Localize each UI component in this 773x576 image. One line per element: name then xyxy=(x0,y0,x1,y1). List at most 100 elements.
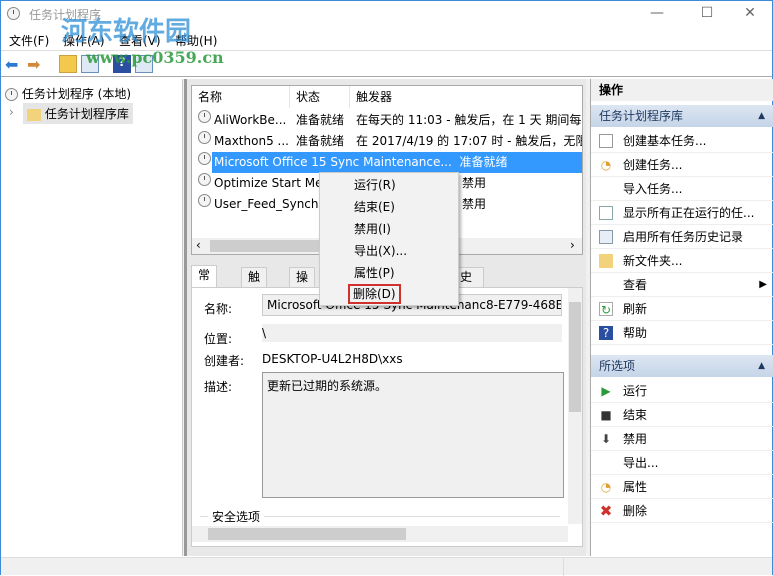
action-label: 导出... xyxy=(623,456,659,470)
action-delete[interactable]: ✖ 删除 xyxy=(591,499,773,523)
disable-arrow-icon: ⬇ xyxy=(600,432,612,446)
scroll-thumb[interactable] xyxy=(569,302,581,412)
action-create-basic-task[interactable]: 创建基本任务... xyxy=(591,129,773,153)
actions-title: 操作 xyxy=(591,79,773,101)
column-name[interactable]: 名称 xyxy=(192,86,290,108)
task-clock-icon xyxy=(198,152,211,165)
action-label: 导入任务... xyxy=(623,182,683,196)
tab-actions[interactable]: 操作 xyxy=(289,267,316,302)
run-icon: ▶ xyxy=(601,384,611,398)
task-status: 准备就绪 xyxy=(459,155,508,169)
action-label: 刷新 xyxy=(623,302,648,316)
task-name: User_Feed_Synchro xyxy=(214,197,331,211)
section-label: 任务计划程序库 xyxy=(599,109,684,123)
action-label: 启用所有任务历史记录 xyxy=(623,230,744,244)
close-button[interactable]: ✕ xyxy=(727,1,773,27)
context-properties[interactable]: 属性(P) xyxy=(354,263,395,283)
actions-pane: 操作 任务计划程序库 ▲ 创建基本任务... ◔ 创建任务... 导入任务... 显… xyxy=(590,79,773,556)
tree-root[interactable]: 任务计划程序 (本地) xyxy=(5,85,131,102)
context-end[interactable]: 结束(E) xyxy=(354,197,395,217)
action-help[interactable]: ? 帮助 xyxy=(591,321,773,345)
clock-icon xyxy=(5,88,18,101)
minimize-button[interactable]: — xyxy=(634,1,680,27)
description-field[interactable]: 更新已过期的系统源。 xyxy=(262,372,564,498)
task-trigger: 在 2017/4/19 的 17:07 时 - 触发后，无限 xyxy=(356,134,583,148)
history-icon xyxy=(599,230,613,244)
action-end[interactable]: ■ 结束 xyxy=(591,403,773,427)
folder-clock-icon xyxy=(27,108,41,121)
description-label: 描述: xyxy=(204,380,233,394)
watermark-logo: 河东软件园 xyxy=(61,17,192,47)
action-view[interactable]: 查看 ▶ xyxy=(591,273,773,297)
collapse-icon[interactable]: ▲ xyxy=(758,105,765,127)
action-refresh[interactable]: ↻ 刷新 xyxy=(591,297,773,321)
column-status[interactable]: 状态 xyxy=(290,86,350,108)
detail-horizontal-scrollbar[interactable] xyxy=(192,526,568,542)
tab-general[interactable]: 常规 xyxy=(191,265,218,300)
tree-root-label: 任务计划程序 (本地) xyxy=(21,87,132,101)
menu-file[interactable]: 文件(F) xyxy=(9,32,49,49)
task-status: 禁用 xyxy=(462,176,487,190)
scroll-left-icon[interactable]: ‹ xyxy=(196,238,201,252)
task-name: Maxthon5 ... xyxy=(214,134,289,148)
task-clock-icon xyxy=(198,131,211,144)
context-disable[interactable]: 禁用(I) xyxy=(354,219,391,239)
action-disable[interactable]: ⬇ 禁用 xyxy=(591,427,773,451)
action-new-folder[interactable]: 新文件夹... xyxy=(591,249,773,273)
location-field: \ xyxy=(262,324,562,342)
maximize-button[interactable]: ☐ xyxy=(684,1,730,27)
action-label: 结束 xyxy=(623,408,648,422)
back-icon[interactable]: ⬅ xyxy=(5,55,23,74)
action-label: 创建基本任务... xyxy=(623,134,707,148)
task-name: AliWorkBe... xyxy=(214,113,287,127)
task-status: 准备就绪 xyxy=(296,134,345,148)
column-trigger[interactable]: 触发器 xyxy=(350,86,582,108)
action-show-running[interactable]: 显示所有正在运行的任... xyxy=(591,201,773,225)
action-export[interactable]: 导出... xyxy=(591,451,773,475)
task-row[interactable]: AliWorkBe... 准备就绪 在每天的 11:03 - 触发后，在 1 天 期… xyxy=(192,110,582,131)
action-label: 删除 xyxy=(623,504,648,518)
task-name: Microsoft Office 15 Sync Maintenance... xyxy=(214,155,452,169)
collapse-icon[interactable]: ▲ xyxy=(758,355,765,377)
author-value: DESKTOP-U4L2H8D\xxs xyxy=(262,352,403,366)
section-selected[interactable]: 所选项 ▲ xyxy=(591,355,773,377)
task-clock-icon xyxy=(198,194,211,207)
task-status: 禁用 xyxy=(462,197,487,211)
properties-icon: ◔ xyxy=(600,480,612,494)
action-label: 帮助 xyxy=(623,326,648,340)
section-label: 所选项 xyxy=(599,359,636,373)
action-create-task[interactable]: ◔ 创建任务... xyxy=(591,153,773,177)
action-import-task[interactable]: 导入任务... xyxy=(591,177,773,201)
context-run[interactable]: 运行(R) xyxy=(354,175,396,195)
status-bar xyxy=(1,557,772,576)
scroll-right-icon[interactable]: › xyxy=(570,238,575,252)
tree-item-library[interactable]: 任务计划程序库 xyxy=(23,103,133,124)
action-enable-history[interactable]: 启用所有任务历史记录 xyxy=(591,225,773,249)
tab-triggers[interactable]: 触发器 xyxy=(241,267,268,320)
action-properties[interactable]: ◔ 属性 xyxy=(591,475,773,499)
section-library[interactable]: 任务计划程序库 ▲ xyxy=(591,105,773,127)
center-pane: 名称 状态 触发器 AliWorkBe... 准备就绪 在每天的 11:03 - 触… xyxy=(184,79,586,556)
create-task-icon: ◔ xyxy=(600,158,612,172)
task-name: Optimize Start Me xyxy=(214,176,323,190)
task-clock-icon xyxy=(198,110,211,123)
detail-vertical-scrollbar[interactable] xyxy=(568,288,582,524)
refresh-icon: ↻ xyxy=(599,302,613,317)
forward-icon[interactable]: ➡ xyxy=(27,55,45,74)
stop-icon: ■ xyxy=(600,408,612,422)
expand-chevron-icon[interactable]: › xyxy=(9,105,14,119)
watermark-url: www.pc0359.cn xyxy=(86,48,224,67)
tree-pane: 任务计划程序 (本地) › 任务计划程序库 xyxy=(1,79,183,556)
context-export[interactable]: 导出(X)... xyxy=(354,241,407,261)
action-run[interactable]: ▶ 运行 xyxy=(591,379,773,403)
action-label: 禁用 xyxy=(623,432,648,446)
scroll-thumb[interactable] xyxy=(208,528,406,540)
folder-up-icon[interactable] xyxy=(59,55,77,73)
basic-task-icon xyxy=(599,134,613,148)
tree-item-label: 任务计划程序库 xyxy=(44,107,129,121)
context-delete[interactable]: 删除(D) xyxy=(348,284,401,304)
submenu-arrow-icon: ▶ xyxy=(759,279,767,290)
task-row[interactable]: Maxthon5 ... 准备就绪在 2017/4/19 的 17:07 时 - … xyxy=(192,131,583,152)
task-row-selected[interactable]: Microsoft Office 15 Sync Maintenance... … xyxy=(192,152,582,173)
security-options-label: 安全选项 xyxy=(208,508,265,525)
